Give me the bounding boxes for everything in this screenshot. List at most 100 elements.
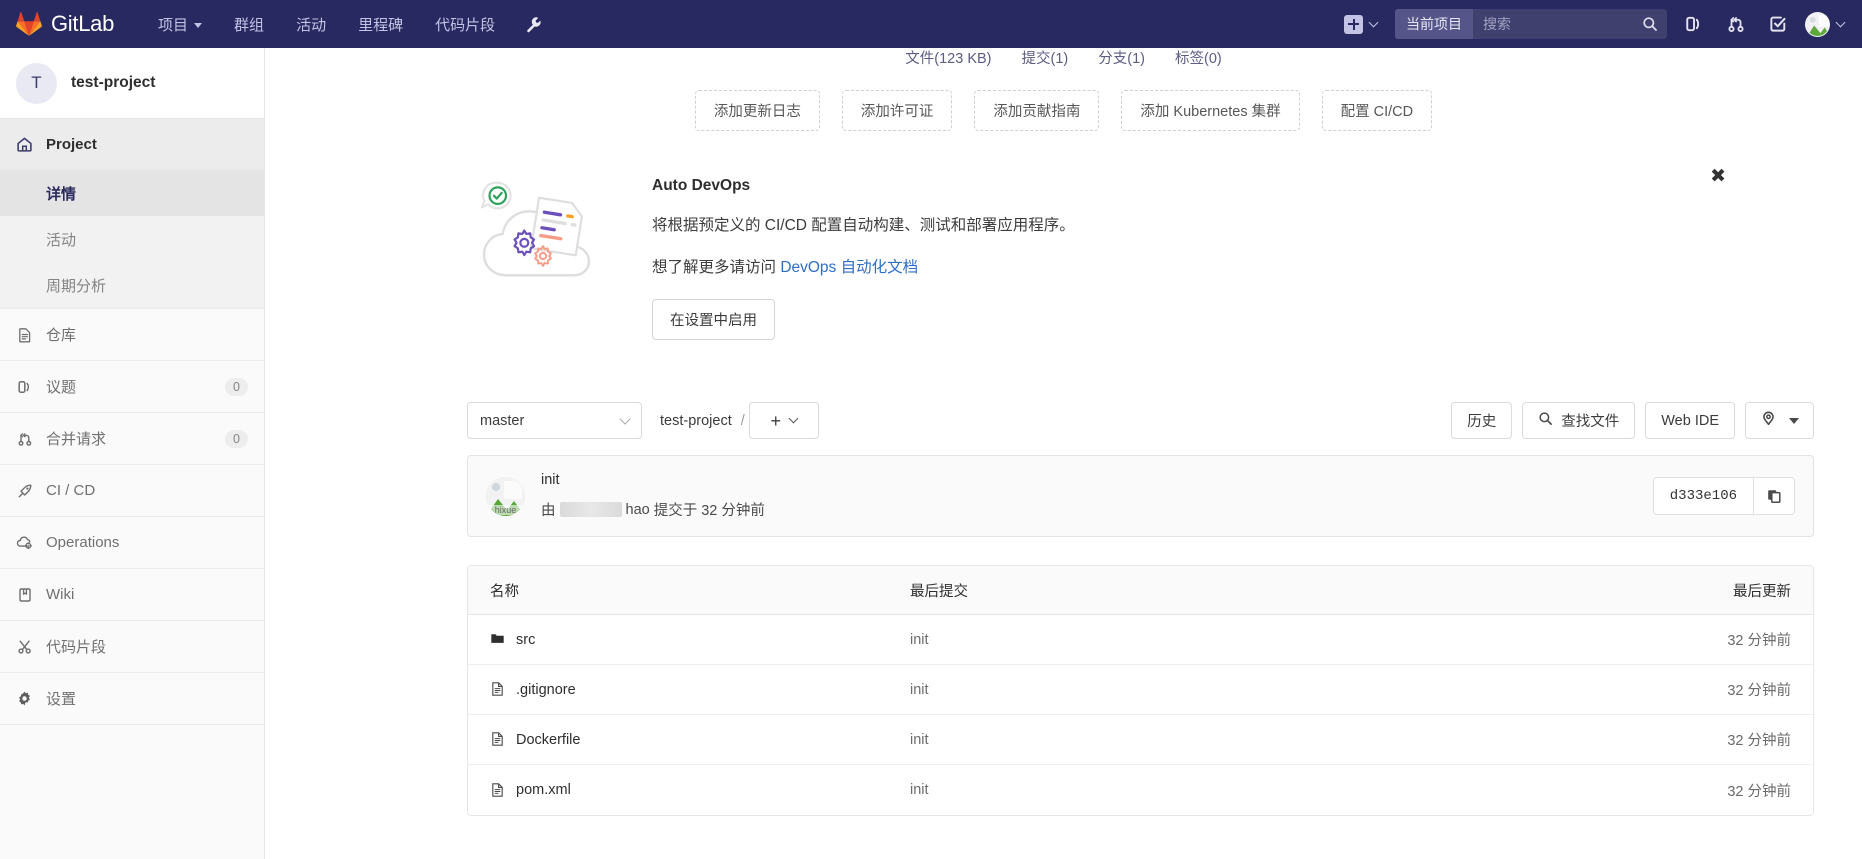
sidebar-item-wiki[interactable]: Wiki (0, 569, 264, 620)
project-avatar: T (16, 62, 57, 104)
table-row[interactable]: src init 32 分钟前 (468, 615, 1813, 665)
sidebar-item-issues[interactable]: 议题 0 (0, 361, 264, 412)
sidebar-group-issues: 议题 0 (0, 361, 264, 413)
setup-cicd-button[interactable]: 配置 CI/CD (1321, 90, 1433, 131)
sidebar-group-wiki: Wiki (0, 569, 264, 621)
chevron-down-icon (788, 413, 799, 424)
search-input[interactable] (1473, 9, 1633, 39)
top-navbar: GitLab 项目 群组 活动 里程碑 代码片段 当前项目 搜索 (0, 0, 1862, 48)
commit-meta-prefix: 由 (541, 503, 556, 519)
sidebar-group-operations: Operations (0, 517, 264, 569)
navbar-links: 项目 群组 活动 里程碑 代码片段 (142, 0, 556, 48)
gitlab-home-link[interactable]: GitLab (0, 0, 130, 48)
sidebar-subitem-details[interactable]: 详情 (0, 170, 264, 216)
close-icon[interactable]: ✖ (1710, 167, 1726, 186)
navbar-right: 当前项目 (1334, 0, 1862, 48)
create-new-button[interactable] (1334, 0, 1387, 48)
breadcrumb-root[interactable]: test-project (660, 413, 732, 429)
web-ide-button[interactable]: Web IDE (1645, 402, 1735, 439)
file-row-updated: 32 分钟前 (1727, 783, 1791, 800)
sidebar-item-wiki-label: Wiki (46, 586, 75, 603)
breadcrumb: test-project / (660, 413, 745, 429)
auto-devops-doc-link[interactable]: DevOps 自动化文档 (780, 259, 918, 276)
commit-message[interactable]: init (541, 472, 765, 488)
web-ide-button-label: Web IDE (1661, 412, 1719, 429)
stat-files[interactable]: 文件(123 KB) (905, 50, 991, 68)
history-button[interactable]: 历史 (1451, 402, 1513, 439)
latest-commit-box: hixue init 由 hao 提交于 32 分钟前 d333e106 (467, 455, 1814, 537)
sidebar-item-snippets[interactable]: 代码片段 (0, 621, 264, 672)
commit-sha[interactable]: d333e106 (1652, 477, 1753, 515)
auto-devops-more-row: 想了解更多请访问 DevOps 自动化文档 (652, 255, 1075, 277)
issues-count-badge: 0 (225, 377, 248, 396)
home-icon (16, 136, 33, 153)
add-contribution-guide-button[interactable]: 添加贡献指南 (974, 90, 1100, 131)
sidebar-item-repository-label: 仓库 (46, 327, 77, 344)
stat-branches[interactable]: 分支(1) (1098, 50, 1145, 68)
sidebar-item-merge-requests[interactable]: 合并请求 0 (0, 413, 264, 464)
sidebar-item-settings[interactable]: 设置 (0, 673, 264, 724)
chevron-down-icon (1368, 17, 1379, 28)
branch-selector[interactable]: master (467, 402, 642, 439)
stat-commits[interactable]: 提交(1) (1022, 50, 1069, 68)
clone-dropdown-button[interactable] (1745, 402, 1814, 439)
file-row-updated: 32 分钟前 (1727, 733, 1791, 749)
find-file-button[interactable]: 查找文件 (1522, 402, 1636, 439)
file-table-header-last-update: 最后更新 (1733, 583, 1791, 600)
auto-devops-enable-button[interactable]: 在设置中启用 (652, 299, 775, 340)
nav-activity[interactable]: 活动 (280, 0, 342, 48)
commit-author-suffix: hao (625, 501, 650, 518)
todos-icon[interactable] (1757, 0, 1799, 48)
sidebar-project-header[interactable]: T test-project (0, 48, 264, 119)
sidebar-item-project[interactable]: Project (0, 119, 264, 170)
sidebar-item-operations-label: Operations (46, 534, 120, 551)
nav-activity-label: 活动 (296, 16, 327, 34)
auto-devops-more-prefix: 想了解更多请访问 (652, 259, 781, 276)
sidebar-item-repository[interactable]: 仓库 (0, 309, 264, 360)
sidebar-subitem-cycle-analytics[interactable]: 周期分析 (0, 262, 264, 308)
nav-groups-label: 群组 (234, 16, 265, 34)
add-changelog-button[interactable]: 添加更新日志 (694, 90, 820, 131)
nav-milestones[interactable]: 里程碑 (342, 0, 419, 48)
search-icon[interactable] (1633, 9, 1667, 39)
file-doc-icon (490, 731, 505, 748)
document-icon (16, 326, 33, 343)
stat-tags[interactable]: 标签(0) (1175, 50, 1222, 68)
table-row[interactable]: Dockerfile init 32 分钟前 (468, 715, 1813, 765)
table-row[interactable]: pom.xml init 32 分钟前 (468, 765, 1813, 815)
issues-icon[interactable] (1673, 0, 1715, 48)
sidebar-subnav-project: 详情 活动 周期分析 (0, 170, 264, 308)
auto-devops-banner: Auto DevOps 将根据预定义的 CI/CD 配置自动构建、测试和部署应用… (468, 161, 1726, 350)
sidebar-item-cicd-label: CI / CD (46, 482, 96, 499)
add-license-button[interactable]: 添加许可证 (841, 90, 953, 131)
commit-meta: 由 hao 提交于 32 分钟前 (541, 499, 765, 520)
copy-icon[interactable] (1753, 477, 1795, 515)
add-kubernetes-cluster-button[interactable]: 添加 Kubernetes 集群 (1121, 90, 1300, 131)
nav-groups[interactable]: 群组 (218, 0, 280, 48)
scissors-icon (16, 638, 33, 655)
repository-toolbar-actions: 历史 查找文件 Web IDE (1451, 402, 1814, 439)
file-row-name: .gitignore (516, 681, 576, 698)
sidebar-item-operations[interactable]: Operations (0, 517, 264, 568)
nav-snippets[interactable]: 代码片段 (419, 0, 511, 48)
sidebar-group-project: Project 详情 活动 周期分析 (0, 119, 264, 309)
table-row[interactable]: .gitignore init 32 分钟前 (468, 665, 1813, 715)
add-to-tree-button[interactable]: + (748, 402, 819, 439)
sidebar-item-settings-label: 设置 (46, 691, 77, 708)
sidebar-subitem-activity[interactable]: 活动 (0, 216, 264, 262)
wrench-icon[interactable] (511, 16, 556, 33)
gear-icon (16, 690, 33, 707)
file-table-header-name: 名称 (490, 583, 519, 600)
sidebar-item-cicd[interactable]: CI / CD (0, 465, 264, 516)
auto-devops-title: Auto DevOps (652, 177, 751, 194)
commit-avatar-caption: hixue (486, 504, 525, 515)
merge-requests-icon[interactable] (1715, 0, 1757, 48)
merge-requests-count-badge: 0 (225, 429, 248, 448)
merge-request-icon (16, 430, 33, 447)
clone-download-icon (1760, 410, 1777, 432)
user-menu-button[interactable] (1799, 0, 1852, 48)
search-scope-button[interactable]: 当前项目 (1395, 9, 1473, 39)
nav-projects[interactable]: 项目 (142, 0, 218, 48)
chevron-down-icon (1789, 417, 1799, 424)
breadcrumb-separator: / (740, 412, 745, 429)
